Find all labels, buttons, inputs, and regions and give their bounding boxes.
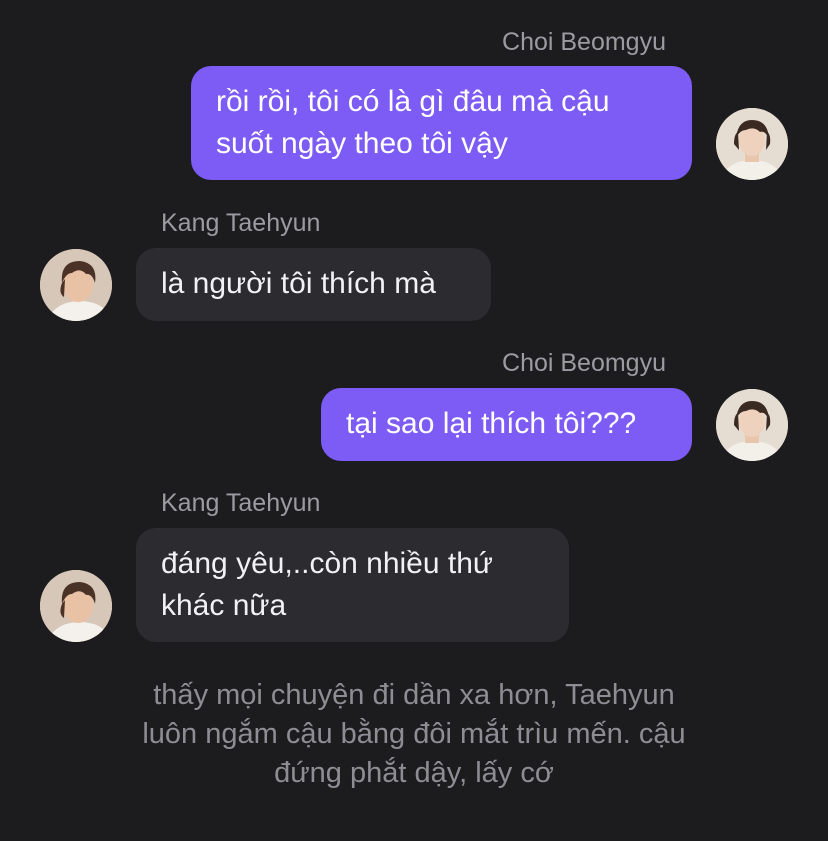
narration-line: đứng phắt dậy, lấy cớ [274, 757, 554, 789]
avatar-taehyun[interactable] [40, 249, 112, 321]
narration-line: thấy mọi chuyện đi dần xa hơn, Taehyun [153, 679, 675, 711]
message-bubble-incoming[interactable]: đáng yêu,..còn nhiều thứ khác nữa [136, 528, 569, 642]
avatar-photo-icon [716, 389, 788, 461]
narration-line: luôn ngắm cậu bằng đôi mắt trìu mến. cậu [142, 718, 686, 750]
avatar-taehyun[interactable] [40, 570, 112, 642]
message-text: suốt ngày theo tôi vậy [216, 127, 508, 160]
message-bubble-incoming[interactable]: là người tôi thích mà [136, 248, 491, 321]
avatar-photo-icon [40, 570, 112, 642]
narration-text: thấy mọi chuyện đi dần xa hơn, Taehyun l… [60, 676, 768, 793]
avatar-beomgyu[interactable] [716, 108, 788, 180]
avatar-beomgyu[interactable] [716, 389, 788, 461]
avatar-photo-icon [716, 108, 788, 180]
message-text: khác nữa [161, 589, 287, 622]
message-text: đáng yêu,..còn nhiều thứ [161, 547, 493, 580]
avatar-photo-icon [40, 249, 112, 321]
message-bubble-outgoing[interactable]: rồi rồi, tôi có là gì đâu mà cậu suốt ng… [191, 66, 692, 180]
sender-name: Kang Taehyun [161, 209, 321, 237]
chat-thread: Choi Beomgyu rồi rồi, tôi có là gì đâu m… [0, 0, 828, 841]
sender-name: Choi Beomgyu [502, 28, 666, 56]
message-bubble-outgoing[interactable]: tại sao lại thích tôi??? [321, 388, 692, 461]
sender-name: Kang Taehyun [161, 489, 321, 517]
message-text: tại sao lại thích tôi??? [346, 407, 637, 440]
message-text: là người tôi thích mà [161, 267, 436, 300]
sender-name: Choi Beomgyu [502, 349, 666, 377]
message-text: rồi rồi, tôi có là gì đâu mà cậu [216, 85, 610, 118]
